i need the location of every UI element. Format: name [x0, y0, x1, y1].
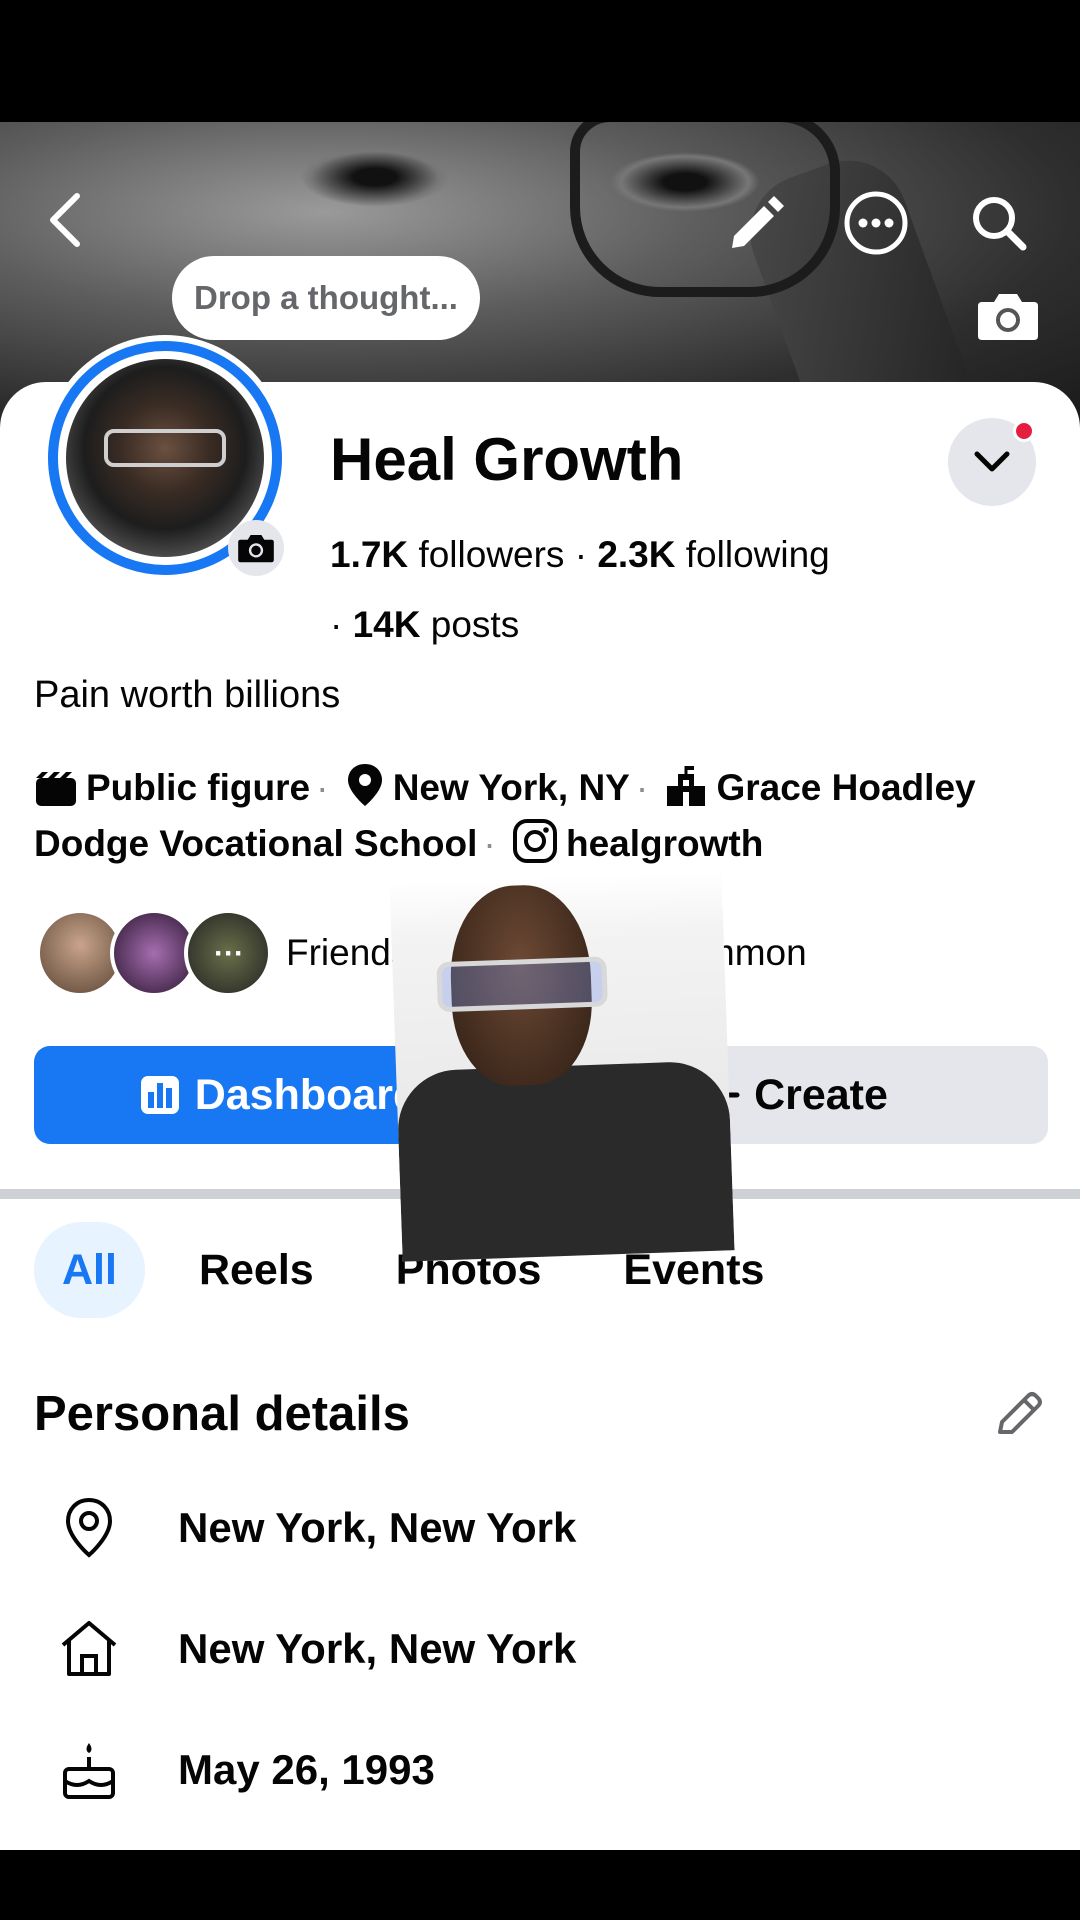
- tab-reels[interactable]: Reels: [171, 1222, 342, 1318]
- instagram-icon: [512, 819, 557, 863]
- location-text: New York, NY: [392, 767, 630, 808]
- drop-a-thought-bubble[interactable]: Drop a thought...: [172, 256, 480, 340]
- thought-placeholder: Drop a thought...: [194, 279, 458, 316]
- video-overlay[interactable]: [389, 870, 735, 1262]
- detail-birthday: May 26, 1993: [34, 1730, 934, 1810]
- edit-cover-button[interactable]: [975, 288, 1041, 344]
- pencil-outline-icon: [998, 1392, 1042, 1434]
- more-options-button[interactable]: [843, 190, 909, 256]
- clapperboard-icon: [36, 772, 76, 806]
- camera-icon: [978, 294, 1038, 340]
- profile-bio: Pain worth billions: [34, 674, 341, 716]
- bar-chart-icon: [140, 1076, 179, 1114]
- home-icon: [61, 1621, 117, 1676]
- pencil-icon: [732, 196, 784, 248]
- chevron-left-icon: [50, 193, 80, 247]
- location-pin-icon: [347, 764, 382, 806]
- chevron-down-icon: [974, 451, 1010, 472]
- create-label: Create: [754, 1070, 888, 1119]
- profile-name: Heal Growth: [330, 426, 684, 493]
- dashboard-label: Dashboard: [194, 1070, 420, 1119]
- birthday-cake-icon: [63, 1743, 115, 1799]
- detail-text: May 26, 1993: [178, 1746, 435, 1793]
- search-button[interactable]: [966, 190, 1032, 256]
- back-button[interactable]: [40, 190, 90, 250]
- personal-details-title: Personal details: [34, 1387, 410, 1441]
- intro-details: Public figure · New York, NY · Grace Hoadl…: [34, 760, 1054, 872]
- instagram-link[interactable]: healgrowth: [566, 823, 763, 864]
- detail-text: New York, New York: [178, 1504, 577, 1551]
- friend-avatar: ···: [184, 909, 272, 997]
- following-link[interactable]: 2.3K following: [597, 534, 829, 575]
- followers-link[interactable]: 1.7K followers: [330, 534, 564, 575]
- bottom-area: [0, 1850, 1080, 1920]
- profile-stats: 1.7K followers · 2.3K following · 14K po…: [330, 534, 830, 645]
- search-icon: [973, 197, 1027, 251]
- notification-dot: [1013, 420, 1035, 442]
- posts-link[interactable]: 14K posts: [353, 604, 520, 645]
- status-area: [0, 0, 1080, 122]
- more-dots-icon: [844, 191, 908, 255]
- edit-profile-button[interactable]: [722, 190, 788, 256]
- detail-current-city: New York, New York: [34, 1488, 934, 1568]
- edit-details-button[interactable]: [992, 1388, 1048, 1444]
- category-text: Public figure: [86, 767, 311, 808]
- detail-hometown: New York, New York: [34, 1609, 934, 1689]
- location-pin-icon: [65, 1497, 113, 1558]
- camera-icon: [238, 534, 274, 563]
- edit-profile-picture-button[interactable]: [228, 520, 284, 576]
- school-building-icon: [667, 766, 706, 806]
- detail-text: New York, New York: [178, 1625, 577, 1672]
- tab-all[interactable]: All: [34, 1222, 145, 1318]
